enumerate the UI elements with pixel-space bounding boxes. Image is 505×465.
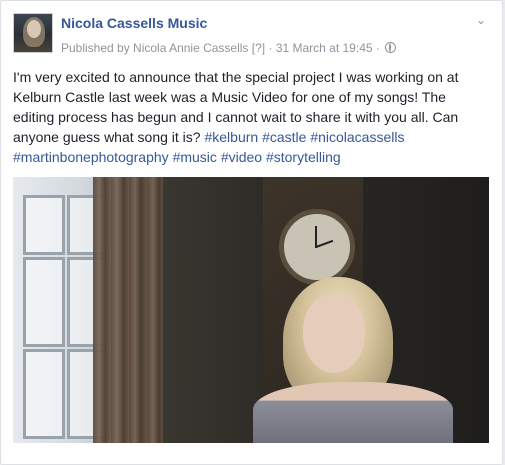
hashtag-link[interactable]: #video bbox=[221, 149, 262, 165]
photo-clock bbox=[279, 209, 355, 285]
hashtag-link[interactable]: #nicolacassells bbox=[310, 129, 404, 145]
post-body: I'm very excited to announce that the sp… bbox=[13, 67, 491, 167]
window-pane bbox=[23, 257, 65, 347]
photo-subject-body bbox=[253, 382, 453, 443]
hashtag-link[interactable]: #kelburn bbox=[204, 129, 258, 145]
window-pane bbox=[23, 195, 65, 255]
avatar[interactable] bbox=[13, 13, 53, 53]
hashtag-link[interactable]: #music bbox=[173, 149, 217, 165]
globe-icon bbox=[385, 42, 397, 53]
post-meta: Published by Nicola Annie Cassells [?] ·… bbox=[61, 41, 397, 55]
post-photo[interactable] bbox=[13, 177, 489, 443]
post-card: Nicola Cassells Music Published by Nicol… bbox=[0, 0, 503, 465]
photo-subject-face bbox=[303, 295, 365, 373]
post-header: Nicola Cassells Music Published by Nicol… bbox=[13, 13, 490, 61]
meta-separator-2: · bbox=[375, 41, 380, 55]
avatar-face bbox=[27, 20, 41, 38]
timestamp-link[interactable]: 31 March at 19:45 bbox=[276, 41, 373, 55]
hashtag-link[interactable]: #storytelling bbox=[266, 149, 341, 165]
page-name-link[interactable]: Nicola Cassells Music bbox=[61, 15, 207, 31]
photo-curtain bbox=[93, 177, 163, 443]
chevron-down-icon[interactable]: ⌄ bbox=[474, 13, 488, 27]
help-marker[interactable]: [?] bbox=[252, 41, 265, 55]
published-by-link[interactable]: Published by Nicola Annie Cassells bbox=[61, 41, 248, 55]
meta-separator: · bbox=[268, 41, 273, 55]
hashtag-link[interactable]: #castle bbox=[262, 129, 306, 145]
hashtag-link[interactable]: #martinbonephotography bbox=[13, 149, 169, 165]
window-pane bbox=[23, 349, 65, 439]
